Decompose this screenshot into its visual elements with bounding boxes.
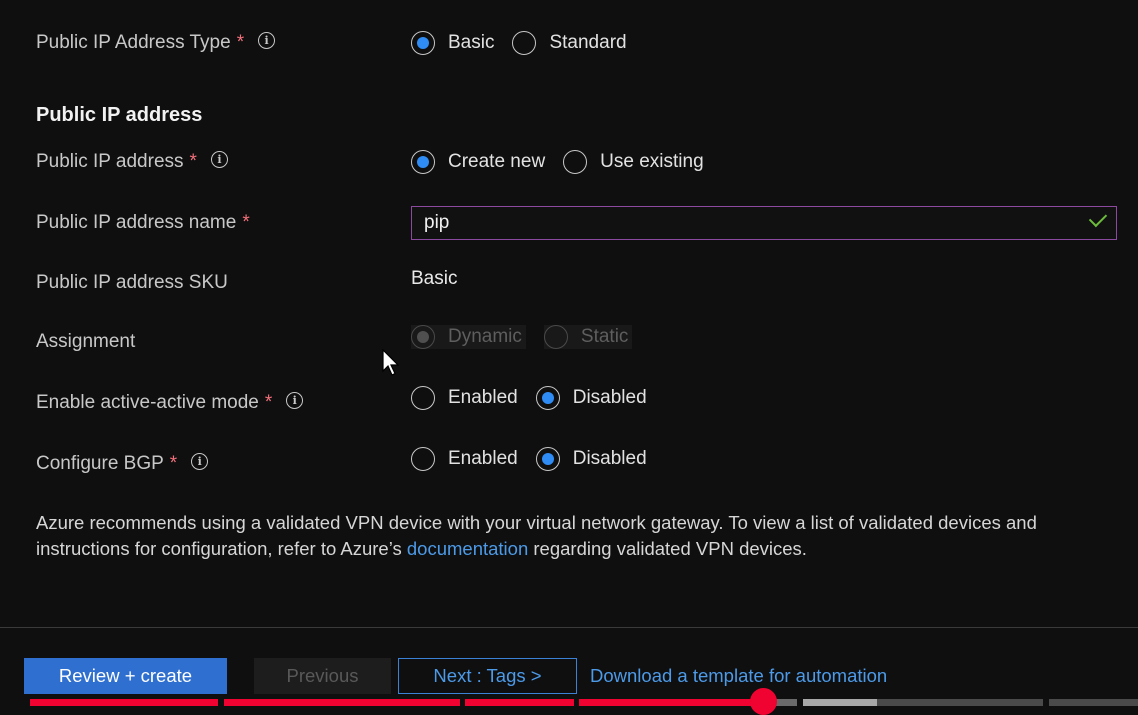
required-marker: *: [236, 32, 245, 53]
radio-option-active-enabled[interactable]: Enabled: [411, 386, 518, 410]
required-marker: *: [242, 212, 250, 233]
radio-option-create-new[interactable]: Create new: [411, 150, 545, 174]
radio-label-use-existing: Use existing: [600, 151, 704, 172]
radio-bgp-enabled[interactable]: [411, 447, 435, 471]
ip-type-label-text: Public IP Address Type: [36, 32, 231, 53]
assignment-label: Assignment: [36, 331, 136, 352]
radio-label-standard: Standard: [549, 32, 627, 53]
checkmark-icon: [1088, 208, 1108, 228]
radio-active-disabled[interactable]: [535, 386, 560, 410]
active-active-radio-group: Enabled Disabled: [411, 386, 665, 410]
info-icon[interactable]: i: [286, 392, 304, 410]
ip-address-row: Public IP address * i Create new Use exist…: [36, 146, 1118, 178]
required-marker: *: [264, 392, 273, 413]
ip-sku-row: Public IP address SKU Basic: [36, 267, 1118, 299]
progress-segment: [579, 699, 759, 706]
footer-divider: [0, 627, 1138, 628]
radio-active-enabled[interactable]: [411, 386, 435, 410]
radio-static: [543, 325, 568, 349]
ip-name-value: pip: [424, 212, 450, 233]
previous-button: Previous: [254, 658, 391, 694]
progress-segment: [30, 699, 218, 706]
progress-segment: [224, 699, 460, 706]
radio-standard[interactable]: [512, 31, 537, 55]
radio-option-bgp-enabled[interactable]: Enabled: [411, 447, 518, 471]
radio-create-new[interactable]: [411, 150, 435, 174]
mouse-pointer-icon: [382, 349, 400, 376]
radio-label-active-enabled: Enabled: [448, 387, 518, 408]
ip-name-label: Public IP address name *: [36, 212, 250, 234]
ip-type-radio-group: Basic Standard: [411, 31, 645, 55]
info-icon[interactable]: i: [191, 453, 209, 471]
radio-label-dynamic: Dynamic: [448, 326, 522, 347]
ip-address-label-text: Public IP address: [36, 151, 184, 172]
bgp-label: Configure BGP * i: [36, 453, 209, 475]
info-icon[interactable]: i: [258, 32, 276, 50]
bgp-radio-group: Enabled Disabled: [411, 447, 665, 471]
next-tags-button[interactable]: Next : Tags >: [398, 658, 577, 694]
radio-label-static: Static: [580, 326, 629, 347]
progress-segment: [465, 699, 574, 706]
radio-use-existing[interactable]: [563, 150, 588, 174]
notice-text-end: regarding validated VPN devices.: [528, 538, 807, 559]
radio-option-static: Static: [543, 325, 633, 349]
radio-label-basic: Basic: [448, 32, 495, 53]
radio-dynamic: [411, 325, 435, 349]
progress-segment: [803, 699, 877, 706]
ip-name-label-text: Public IP address name: [36, 212, 237, 233]
ip-address-radio-group: Create new Use existing: [411, 150, 722, 174]
ip-address-label: Public IP address * i: [36, 151, 228, 173]
active-active-label: Enable active-active mode * i: [36, 392, 304, 414]
radio-option-use-existing[interactable]: Use existing: [563, 150, 704, 174]
ip-name-input[interactable]: pip: [411, 206, 1117, 240]
ip-type-label: Public IP Address Type * i: [36, 32, 276, 54]
radio-label-bgp-disabled: Disabled: [572, 448, 647, 469]
bgp-label-text: Configure BGP: [36, 453, 164, 474]
bgp-row: Configure BGP * i Enabled Disabled: [36, 447, 1118, 480]
radio-option-basic[interactable]: Basic: [411, 31, 494, 55]
radio-label-create-new: Create new: [448, 151, 546, 172]
radio-option-dynamic: Dynamic: [411, 325, 526, 349]
radio-basic[interactable]: [411, 31, 435, 55]
radio-option-active-disabled[interactable]: Disabled: [535, 386, 647, 410]
ip-name-row: Public IP address name * pip: [36, 206, 1118, 240]
ip-sku-value: Basic: [411, 268, 458, 289]
assignment-radio-group: Dynamic Static: [411, 325, 650, 349]
download-template-link[interactable]: Download a template for automation: [590, 658, 887, 694]
radio-bgp-disabled[interactable]: [535, 447, 560, 471]
playhead-handle[interactable]: [750, 688, 777, 715]
progress-segment: [877, 699, 1043, 706]
assignment-row: Assignment Dynamic Static: [36, 325, 1118, 358]
active-active-row: Enable active-active mode * i Enabled Disa…: [36, 386, 1118, 419]
required-marker: *: [189, 151, 197, 172]
vpn-device-notice: Azure recommends using a validated VPN d…: [36, 510, 1106, 562]
ip-type-row: Public IP Address Type * i Basic Standard: [36, 27, 1118, 59]
section-title: Public IP address: [36, 104, 203, 126]
required-marker: *: [169, 453, 178, 474]
video-progress-bar[interactable]: [0, 699, 1138, 706]
radio-option-bgp-disabled[interactable]: Disabled: [535, 447, 647, 471]
info-icon[interactable]: i: [210, 151, 228, 169]
radio-option-standard[interactable]: Standard: [512, 31, 627, 55]
documentation-link[interactable]: documentation: [407, 538, 528, 559]
progress-segment: [1049, 699, 1138, 706]
radio-label-active-disabled: Disabled: [572, 387, 647, 408]
radio-label-bgp-enabled: Enabled: [448, 448, 518, 469]
review-create-button[interactable]: Review + create: [24, 658, 227, 694]
active-active-label-text: Enable active-active mode: [36, 392, 259, 413]
ip-sku-label: Public IP address SKU: [36, 272, 228, 293]
